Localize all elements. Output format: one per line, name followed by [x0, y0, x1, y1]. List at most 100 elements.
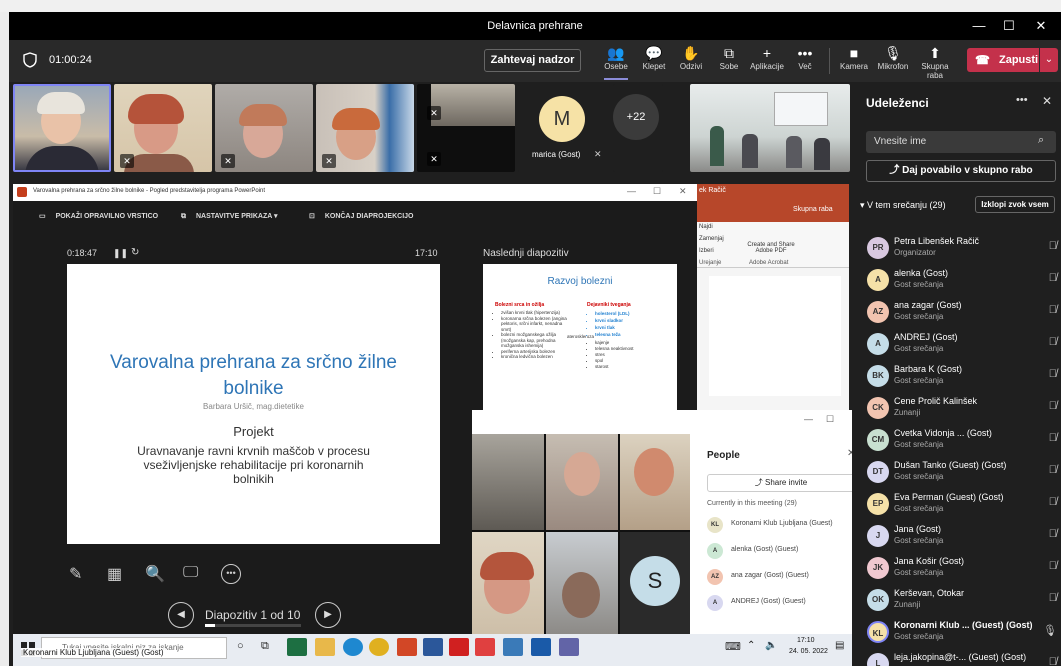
restart-timer-icon[interactable]: ↻: [131, 247, 139, 258]
camera-button[interactable]: ■ Kamera: [832, 44, 876, 71]
mic-off-icon[interactable]: 🎙̸: [1049, 656, 1057, 666]
edge-icon[interactable]: [343, 638, 363, 656]
microphone-button[interactable]: 🎙 Mikrofon: [871, 44, 915, 71]
mic-on-icon[interactable]: 🎙: [1043, 624, 1057, 637]
mic-off-icon[interactable]: 🎙̸: [1049, 336, 1057, 348]
mini-person-row[interactable]: KL Koronarni Klub Ljubljana (Guest): [703, 514, 853, 536]
leave-button[interactable]: ☎ Zapusti: [967, 48, 1039, 72]
maximize-button[interactable]: ☐: [999, 16, 1019, 36]
mic-off-icon[interactable]: 🎙̸: [1049, 528, 1057, 540]
minimize-button[interactable]: —: [969, 16, 989, 36]
participant-row[interactable]: CK Cene Prolič Kalinšek Zunanji 🎙̸: [862, 395, 1057, 425]
participant-row[interactable]: OK Kerševan, Otokar Zunanji 🎙̸: [862, 587, 1057, 617]
in-meeting-section[interactable]: ▾ V tem srečanju (29): [860, 200, 946, 211]
participant-search-input[interactable]: Vnesite ime ⌕: [866, 131, 1056, 153]
participant-row[interactable]: J Jana (Gost) Gost srečanja 🎙̸: [862, 523, 1057, 553]
participant-row[interactable]: PR Petra Libenšek Račič Organizator 🎙̸: [862, 235, 1057, 265]
adobe-pdf-button[interactable]: Create and Share Adobe PDF: [743, 242, 799, 254]
next-slide-button[interactable]: ▶: [315, 602, 341, 628]
video-tile-room[interactable]: [690, 84, 850, 172]
mute-all-button[interactable]: Izklopi zvok vsem: [975, 196, 1055, 213]
see-all-slides-icon[interactable]: ▦: [107, 564, 122, 584]
mic-off-icon[interactable]: 🎙̸: [1049, 592, 1057, 604]
participant-row[interactable]: Aalenka (Gost) Gost srečanja 🎙̸: [862, 267, 1057, 297]
participant-row[interactable]: BK Barbara K (Gost) Gost srečanja 🎙̸: [862, 363, 1057, 393]
tray-expand-icon[interactable]: ⌃: [747, 640, 755, 651]
mic-off-icon[interactable]: 🎙̸: [1049, 496, 1057, 508]
participant-row[interactable]: KL Koronarni Klub ... (Guest) (Gost) Gost …: [862, 619, 1057, 649]
panel-close-icon[interactable]: ✕: [1042, 94, 1052, 108]
photos-icon[interactable]: [503, 638, 523, 656]
mini-section[interactable]: Currently in this meeting (29): [707, 500, 797, 507]
file-explorer-icon[interactable]: [315, 638, 335, 656]
mic-off-icon[interactable]: 🎙̸: [1049, 368, 1057, 380]
display-settings-button[interactable]: ⧉ NASTAVITVE PRIKAZA ▾: [181, 212, 278, 221]
word-icon[interactable]: [423, 638, 443, 656]
cortana-icon[interactable]: ○: [237, 640, 244, 652]
zoom-icon[interactable]: 🔍: [145, 564, 165, 584]
acrobat-icon[interactable]: [449, 638, 469, 656]
more-button[interactable]: ••• Več: [783, 44, 827, 71]
video-tile-1[interactable]: [13, 84, 111, 172]
ribbon-replace[interactable]: Zamenjaj: [699, 236, 724, 242]
end-slideshow-button[interactable]: ⊡ KONČAJ DIAPROJEKCIJO: [309, 212, 414, 220]
video-tile-3[interactable]: ✕: [215, 84, 313, 172]
mini-tile[interactable]: [472, 434, 544, 530]
ribbon-find[interactable]: Najdi: [699, 224, 713, 230]
pdf-reader-icon[interactable]: [475, 638, 495, 656]
request-control-button[interactable]: Zahtevaj nadzor: [484, 49, 581, 72]
panel-more-icon[interactable]: •••: [1016, 94, 1028, 106]
ppt-maximize-button[interactable]: ☐: [653, 186, 661, 197]
share-invite-button[interactable]: ⤴ Share invite: [707, 474, 855, 492]
mini-person-row[interactable]: A ANDREJ (Gost) (Guest): [703, 592, 853, 614]
mini-tile[interactable]: [620, 434, 690, 530]
notifications-icon[interactable]: ▤: [835, 640, 844, 651]
mic-off-icon[interactable]: 🎙̸: [1049, 272, 1057, 284]
mini-minimize-button[interactable]: —: [804, 414, 813, 424]
mini-person-row[interactable]: A alenka (Gost) (Guest): [703, 540, 853, 562]
task-view-icon[interactable]: ⧉: [261, 640, 269, 653]
mic-off-icon[interactable]: 🎙̸: [1049, 304, 1057, 316]
powerpoint-taskbar-icon[interactable]: [397, 638, 417, 656]
participant-row[interactable]: AZ ana zagar (Gost) Gost srečanja 🎙̸: [862, 299, 1057, 329]
avatar-tile[interactable]: M marica (Gost) ✕: [518, 84, 616, 172]
video-tile-4[interactable]: ✕: [316, 84, 414, 172]
invite-share-button[interactable]: ⤴ Daj povabilo v skupno rabo: [866, 160, 1056, 182]
participant-row[interactable]: CM Cvetka Vidonja ... (Gost) Gost srečanja…: [862, 427, 1057, 457]
mini-person-row[interactable]: AZ ana zagar (Gost) (Guest): [703, 566, 853, 588]
leave-dropdown-button[interactable]: ⌄: [1040, 48, 1058, 72]
mic-off-icon[interactable]: 🎙̸: [1049, 464, 1057, 476]
participant-row[interactable]: DT Dušan Tanko (Guest) (Gost) Gost srečanj…: [862, 459, 1057, 489]
participant-row[interactable]: JK Jana Košir (Gost) Gost srečanja 🎙̸: [862, 555, 1057, 585]
mic-off-icon[interactable]: 🎙̸: [1049, 240, 1057, 252]
show-taskbar-button[interactable]: ▭ POKAŽI OPRAVILNO VRSTICO: [39, 212, 158, 220]
mic-off-icon[interactable]: 🎙̸: [1049, 400, 1057, 412]
mic-off-icon[interactable]: 🎙̸: [1049, 560, 1057, 572]
ppt-minimize-button[interactable]: —: [627, 186, 636, 196]
teams-taskbar-icon[interactable]: [559, 638, 579, 656]
black-screen-icon[interactable]: 🖵: [183, 564, 198, 582]
participant-row[interactable]: EP Eva Perman (Guest) (Gost) Gost srečanja…: [862, 491, 1057, 521]
overflow-tile[interactable]: +22: [613, 84, 663, 172]
ribbon-select[interactable]: Izberi: [699, 248, 714, 254]
volume-icon[interactable]: 🔈: [765, 640, 777, 651]
chrome-icon[interactable]: [369, 638, 389, 656]
mini-maximize-button[interactable]: ☐: [826, 414, 834, 425]
previous-slide-button[interactable]: ◀: [168, 602, 194, 628]
share-button[interactable]: ⬆ Skupna raba: [913, 44, 957, 80]
word-share-button[interactable]: Skupna raba: [793, 206, 833, 213]
pause-icon[interactable]: ❚❚: [113, 248, 128, 259]
ppt-close-button[interactable]: ✕: [679, 186, 687, 197]
excel-icon[interactable]: [287, 638, 307, 656]
video-tile-5[interactable]: ✕ ✕: [417, 84, 515, 172]
mic-off-icon[interactable]: 🎙̸: [1049, 432, 1057, 444]
pen-tool-icon[interactable]: ✎: [69, 564, 82, 584]
mini-tile[interactable]: [546, 434, 618, 530]
more-options-icon[interactable]: •••: [221, 564, 241, 584]
participant-row[interactable]: A ANDREJ (Gost) Gost srečanja 🎙̸: [862, 331, 1057, 361]
participant-row[interactable]: Lleja.jakopina@t-... (Guest) (Gost) 🎙̸: [862, 651, 1057, 666]
outlook-icon[interactable]: [531, 638, 551, 656]
video-tile-2[interactable]: ✕: [114, 84, 212, 172]
keyboard-icon[interactable]: ⌨: [725, 640, 741, 653]
close-window-button[interactable]: ✕: [1031, 16, 1051, 36]
